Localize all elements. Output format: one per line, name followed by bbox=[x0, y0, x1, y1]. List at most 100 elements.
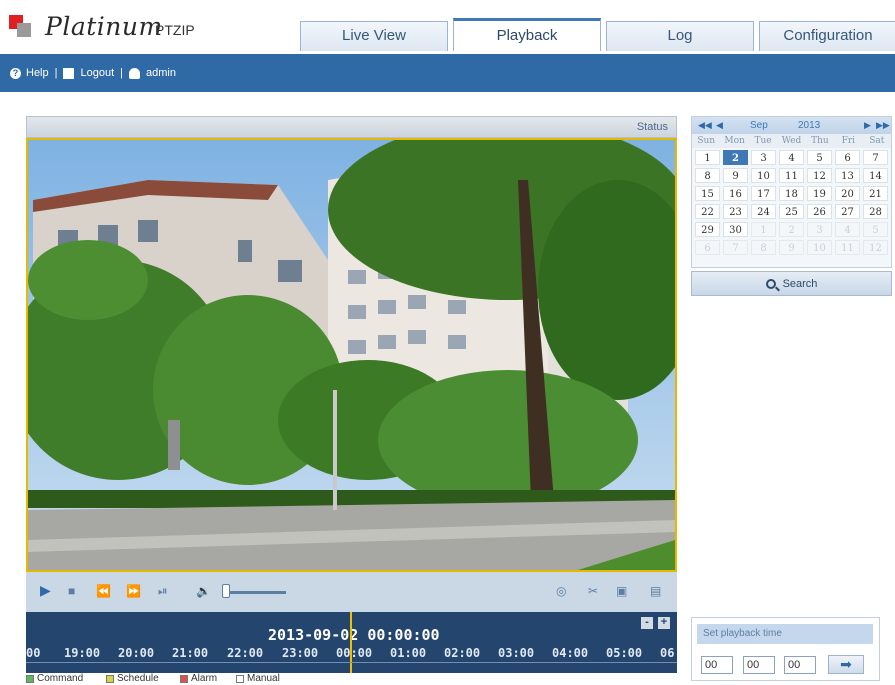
help-link[interactable]: Help bbox=[26, 67, 49, 79]
calendar-day[interactable]: 29 bbox=[695, 222, 720, 237]
export-icon[interactable]: ▤ bbox=[650, 584, 661, 598]
timeline-hour: 23:00 bbox=[282, 646, 319, 660]
next-month-icon[interactable]: ▶ bbox=[864, 120, 871, 131]
calendar-day[interactable]: 12 bbox=[807, 168, 832, 183]
timeline[interactable]: - + 2013-09-02 00:00:00 00 19:00 20:00 2… bbox=[26, 612, 677, 673]
calendar-day[interactable]: 3 bbox=[751, 150, 776, 165]
calendar-day[interactable]: 10 bbox=[807, 240, 832, 255]
weekday-label: Thu bbox=[811, 136, 829, 146]
prev-month-icon[interactable]: ◀ bbox=[716, 120, 723, 131]
calendar-day[interactable]: 30 bbox=[723, 222, 748, 237]
calendar-day[interactable]: 7 bbox=[723, 240, 748, 255]
legend-swatch bbox=[180, 674, 188, 683]
calendar-day[interactable]: 16 bbox=[723, 186, 748, 201]
timeline-hour: 05:00 bbox=[606, 646, 643, 660]
record-type-legend: Command Schedule Alarm Manual bbox=[26, 673, 677, 685]
slow-icon[interactable]: ⏪ bbox=[96, 584, 111, 598]
playback-panel: Status ▶ ■ ⏪ ⏩ ⏯ 🔉 ◎ ✂ ▣ ▤ - + 2013-09-0… bbox=[26, 116, 677, 685]
video-view[interactable] bbox=[26, 138, 677, 572]
calendar-day[interactable]: 20 bbox=[835, 186, 860, 201]
calendar-day[interactable]: 3 bbox=[807, 222, 832, 237]
volume-knob[interactable] bbox=[222, 584, 230, 598]
volume-icon[interactable]: 🔉 bbox=[196, 584, 211, 598]
calendar-day[interactable]: 6 bbox=[695, 240, 720, 255]
second-input[interactable]: 00 bbox=[784, 656, 816, 674]
calendar-day[interactable]: 28 bbox=[863, 204, 888, 219]
calendar-day[interactable]: 8 bbox=[695, 168, 720, 183]
go-arrow-icon[interactable]: ➡ bbox=[828, 655, 864, 674]
calendar-day[interactable]: 17 bbox=[751, 186, 776, 201]
calendar-day[interactable]: 4 bbox=[779, 150, 804, 165]
calendar-weekdays: Sun Mon Tue Wed Thu Fri Sat bbox=[692, 134, 891, 148]
calendar-day[interactable]: 15 bbox=[695, 186, 720, 201]
calendar-day[interactable]: 13 bbox=[835, 168, 860, 183]
calendar-day[interactable]: 1 bbox=[751, 222, 776, 237]
clip-icon[interactable]: ✂ bbox=[588, 584, 598, 598]
calendar-day[interactable]: 26 bbox=[807, 204, 832, 219]
calendar-day[interactable]: 1 bbox=[695, 150, 720, 165]
calendar-day[interactable]: 6 bbox=[835, 150, 860, 165]
calendar-day[interactable]: 21 bbox=[863, 186, 888, 201]
calendar-day[interactable]: 11 bbox=[835, 240, 860, 255]
step-frame-icon[interactable]: ⏯ bbox=[158, 584, 168, 599]
volume-slider[interactable] bbox=[226, 591, 286, 594]
tab-playback[interactable]: Playback bbox=[453, 18, 601, 51]
calendar-day[interactable]: 19 bbox=[807, 186, 832, 201]
calendar-day[interactable]: 27 bbox=[835, 204, 860, 219]
timeline-datetime: 2013-09-02 00:00:00 bbox=[268, 626, 440, 644]
fast-icon[interactable]: ⏩ bbox=[126, 584, 141, 598]
calendar-day[interactable]: 2 bbox=[723, 150, 748, 165]
zoom-in-button[interactable]: + bbox=[658, 617, 670, 629]
download-icon[interactable]: ▣ bbox=[616, 584, 627, 598]
next-year-icon[interactable]: ▶▶ bbox=[876, 120, 890, 131]
legend-swatch bbox=[26, 674, 34, 683]
help-icon[interactable]: ? bbox=[10, 67, 21, 79]
minute-input[interactable]: 00 bbox=[743, 656, 775, 674]
playback-time-panel: Set playback time 00 00 00 ➡ bbox=[691, 617, 880, 681]
status-label[interactable]: Status bbox=[637, 121, 668, 133]
timeline-hour: 19:00 bbox=[64, 646, 101, 660]
play-icon[interactable]: ▶ bbox=[40, 582, 51, 599]
calendar-day[interactable]: 11 bbox=[779, 168, 804, 183]
calendar-day[interactable]: 14 bbox=[863, 168, 888, 183]
stop-icon[interactable]: ■ bbox=[68, 584, 75, 598]
calendar-day[interactable]: 5 bbox=[807, 150, 832, 165]
legend-manual: Manual bbox=[236, 673, 280, 684]
legend-alarm: Alarm bbox=[180, 673, 217, 684]
legend-label: Manual bbox=[247, 673, 280, 684]
calendar-day[interactable]: 9 bbox=[723, 168, 748, 183]
video-frame bbox=[28, 140, 675, 570]
weekday-label: Mon bbox=[724, 136, 745, 146]
calendar-day[interactable]: 9 bbox=[779, 240, 804, 255]
search-button[interactable]: Search bbox=[691, 271, 892, 296]
tab-configuration[interactable]: Configuration bbox=[759, 21, 895, 51]
snapshot-icon[interactable]: ◎ bbox=[556, 584, 566, 598]
logout-link[interactable]: Logout bbox=[80, 67, 114, 79]
user-icon bbox=[129, 67, 140, 79]
calendar-day[interactable]: 18 bbox=[779, 186, 804, 201]
calendar-day[interactable]: 25 bbox=[779, 204, 804, 219]
main-tabs: Live View Playback Log Configuration bbox=[300, 18, 895, 51]
zoom-out-button[interactable]: - bbox=[641, 617, 653, 629]
calendar-month: Sep bbox=[750, 120, 768, 131]
timeline-ticks bbox=[26, 662, 677, 670]
calendar-day[interactable]: 5 bbox=[863, 222, 888, 237]
calendar-header: ◀◀ ◀ Sep 2013 ▶ ▶▶ bbox=[692, 117, 891, 134]
tab-log[interactable]: Log bbox=[606, 21, 754, 51]
username: admin bbox=[146, 67, 176, 79]
calendar-year: 2013 bbox=[798, 120, 821, 131]
calendar-day[interactable]: 12 bbox=[863, 240, 888, 255]
calendar-day[interactable]: 24 bbox=[751, 204, 776, 219]
calendar-day[interactable]: 8 bbox=[751, 240, 776, 255]
prev-year-icon[interactable]: ◀◀ bbox=[698, 120, 712, 131]
calendar-day[interactable]: 22 bbox=[695, 204, 720, 219]
calendar-day[interactable]: 7 bbox=[863, 150, 888, 165]
search-label: Search bbox=[782, 277, 818, 290]
tab-live-view[interactable]: Live View bbox=[300, 21, 448, 51]
calendar-day[interactable]: 4 bbox=[835, 222, 860, 237]
calendar-day[interactable]: 2 bbox=[779, 222, 804, 237]
logout-icon[interactable] bbox=[63, 67, 75, 79]
calendar-day[interactable]: 23 bbox=[723, 204, 748, 219]
calendar-day[interactable]: 10 bbox=[751, 168, 776, 183]
hour-input[interactable]: 00 bbox=[701, 656, 733, 674]
